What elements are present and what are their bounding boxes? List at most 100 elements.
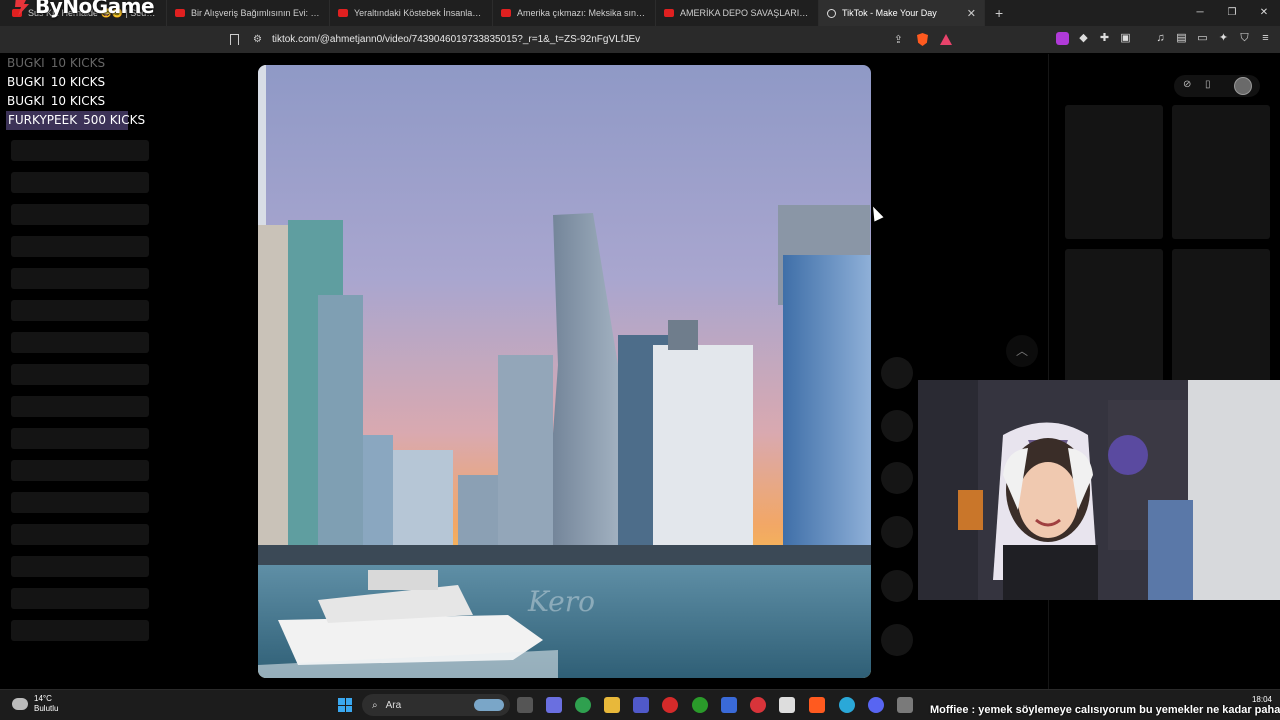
search-highlight-icon — [474, 699, 504, 711]
kicks-feed: BUGKI 10 KICKS BUGKI 10 KICKS BUGKI 10 KICK… — [6, 54, 154, 130]
thumbnail-placeholder[interactable] — [1065, 105, 1163, 239]
tab-5-active[interactable]: TikTok - Make Your Day ✕ — [819, 0, 985, 26]
address-bar[interactable]: ⚙ tiktok.com/@ahmetjann0/video/743904601… — [222, 29, 962, 50]
brave-rewards-icon[interactable] — [940, 34, 952, 45]
bookmark-icon[interactable] — [230, 34, 239, 45]
thumbnail-placeholder[interactable] — [1172, 249, 1270, 383]
discord-icon[interactable] — [868, 697, 884, 713]
cloud-icon — [12, 698, 28, 710]
brand-text: ByNoGame — [35, 0, 155, 18]
search-placeholder: Ara — [385, 699, 402, 711]
action-button-placeholder[interactable] — [881, 357, 913, 389]
tab-label: Bir Alışveriş Bağımlısının Evi: 750 Kya — [191, 8, 321, 18]
action-button-placeholder[interactable] — [881, 624, 913, 656]
vpn-icon[interactable]: ⛉ — [1238, 32, 1251, 45]
video-player[interactable]: Kero — [258, 65, 871, 678]
tab-label: Amerika çıkmazı: Meksika sınırından — [517, 8, 647, 18]
extension-icons: ◆ ✚ ▣ ♫ ▤ ▭ ✦ ⛉ ≡ — [1056, 32, 1272, 45]
search-icon: ⌕ — [372, 699, 378, 711]
kick-row: BUGKI 10 KICKS — [6, 73, 154, 92]
thumbnail-placeholder[interactable] — [1172, 105, 1270, 239]
share-icon[interactable]: ⇪ — [894, 33, 903, 46]
app-icon[interactable] — [575, 697, 591, 713]
skeleton-item — [11, 268, 149, 289]
new-tab-button[interactable]: + — [995, 5, 1003, 21]
skeleton-item — [11, 236, 149, 257]
youtube-icon — [664, 9, 674, 17]
edge-icon[interactable] — [839, 697, 855, 713]
taskbar-search[interactable]: ⌕ Ara — [362, 694, 510, 716]
kick-amount: 10 KICKS — [50, 56, 106, 70]
opera-icon[interactable] — [662, 697, 678, 713]
brave-shield-icon[interactable] — [917, 33, 928, 46]
windows-start-icon[interactable] — [338, 698, 352, 712]
teams-icon[interactable] — [633, 697, 649, 713]
skeleton-item — [11, 172, 149, 193]
bynogame-logo-icon — [15, 0, 29, 16]
action-button-placeholder[interactable] — [881, 462, 913, 494]
sidebar-icon[interactable]: ▤ — [1175, 32, 1188, 45]
skeleton-item — [11, 492, 149, 513]
extensions-icon[interactable]: ✚ — [1098, 32, 1111, 45]
file-explorer-icon[interactable] — [604, 697, 620, 713]
screenshot-icon[interactable]: ▣ — [1119, 32, 1132, 45]
wallet-icon[interactable]: ▭ — [1196, 32, 1209, 45]
diamond-icon[interactable]: ◆ — [1077, 32, 1090, 45]
close-tab-icon[interactable]: ✕ — [967, 7, 976, 20]
url-text[interactable]: tiktok.com/@ahmetjann0/video/74390460197… — [272, 34, 894, 45]
webcam-feed — [918, 380, 1280, 600]
skeleton-item — [11, 524, 149, 545]
editor-icon[interactable] — [779, 697, 795, 713]
video-watermark: Kero — [528, 585, 595, 618]
minimize-icon[interactable]: ─ — [1184, 0, 1216, 26]
avatar[interactable] — [1234, 77, 1252, 95]
store-icon[interactable] — [721, 697, 737, 713]
kick-user: BUGKI — [7, 94, 45, 108]
weather-widget[interactable]: 14°C Bulutlu — [12, 694, 58, 714]
kick-amount: 500 KICKS — [83, 113, 146, 127]
task-view-icon[interactable] — [517, 697, 533, 713]
tab-2[interactable]: Yeraltındaki Köstebek İnsanlara Yolcu — [330, 0, 493, 26]
kick-row: BUGKI 10 KICKS — [6, 92, 154, 111]
restore-icon[interactable]: ❐ — [1216, 0, 1248, 26]
window-controls: ─ ❐ ✕ — [1184, 0, 1280, 26]
youtube-icon — [338, 9, 348, 17]
skeleton-item — [11, 460, 149, 481]
phone-icon[interactable]: ▯ — [1205, 79, 1211, 90]
system-clock[interactable]: 18:04 — [1252, 695, 1272, 705]
site-settings-icon[interactable]: ⚙ — [253, 34, 262, 45]
thumbnail-placeholder[interactable] — [1065, 249, 1163, 383]
xbox-icon[interactable] — [692, 697, 708, 713]
brave-browser-icon[interactable] — [809, 697, 825, 713]
action-button-placeholder[interactable] — [881, 570, 913, 602]
skeleton-item — [11, 428, 149, 449]
tray-app-icon[interactable] — [897, 697, 913, 713]
tab-3[interactable]: Amerika çıkmazı: Meksika sınırından — [493, 0, 656, 26]
tab-strip: Sus Kız Herhalde 😅🙂 | Seda Sayan Bir Alı… — [0, 0, 1280, 26]
tab-label: Yeraltındaki Köstebek İnsanlara Yolcu — [354, 8, 484, 18]
clock-time: 18:04 — [1251, 695, 1272, 704]
music-icon[interactable]: ♫ — [1154, 32, 1167, 45]
action-button-placeholder[interactable] — [881, 410, 913, 442]
skeleton-item — [11, 364, 149, 385]
tab-label: TikTok - Make Your Day — [842, 8, 937, 18]
media-player-icon[interactable] — [750, 697, 766, 713]
address-toolbar: ⚙ tiktok.com/@ahmetjann0/video/743904601… — [0, 26, 1280, 53]
chat-message: Moffiee : yemek söylemeye calısıyorum bu… — [930, 704, 1280, 716]
menu-icon[interactable]: ≡ — [1259, 32, 1272, 45]
skeleton-item — [11, 332, 149, 353]
tab-4[interactable]: AMERİKA DEPO SAVAŞLARI - YouTube — [656, 0, 819, 26]
compass-icon[interactable]: ⊘ — [1183, 79, 1191, 90]
kick-user: FURKYPEEK — [8, 113, 78, 127]
tab-1[interactable]: Bir Alışveriş Bağımlısının Evi: 750 Kya — [167, 0, 330, 26]
close-window-icon[interactable]: ✕ — [1248, 0, 1280, 26]
scroll-up-button[interactable]: ︿ — [1006, 335, 1038, 367]
action-button-placeholder[interactable] — [881, 516, 913, 548]
kick-amount: 10 KICKS — [50, 75, 106, 89]
weather-desc: Bulutlu — [34, 704, 59, 713]
extension-icon[interactable] — [1056, 32, 1069, 45]
leo-icon[interactable]: ✦ — [1217, 32, 1230, 45]
youtube-icon — [501, 9, 511, 17]
webcam-overlay — [918, 380, 1280, 600]
copilot-icon[interactable] — [546, 697, 562, 713]
